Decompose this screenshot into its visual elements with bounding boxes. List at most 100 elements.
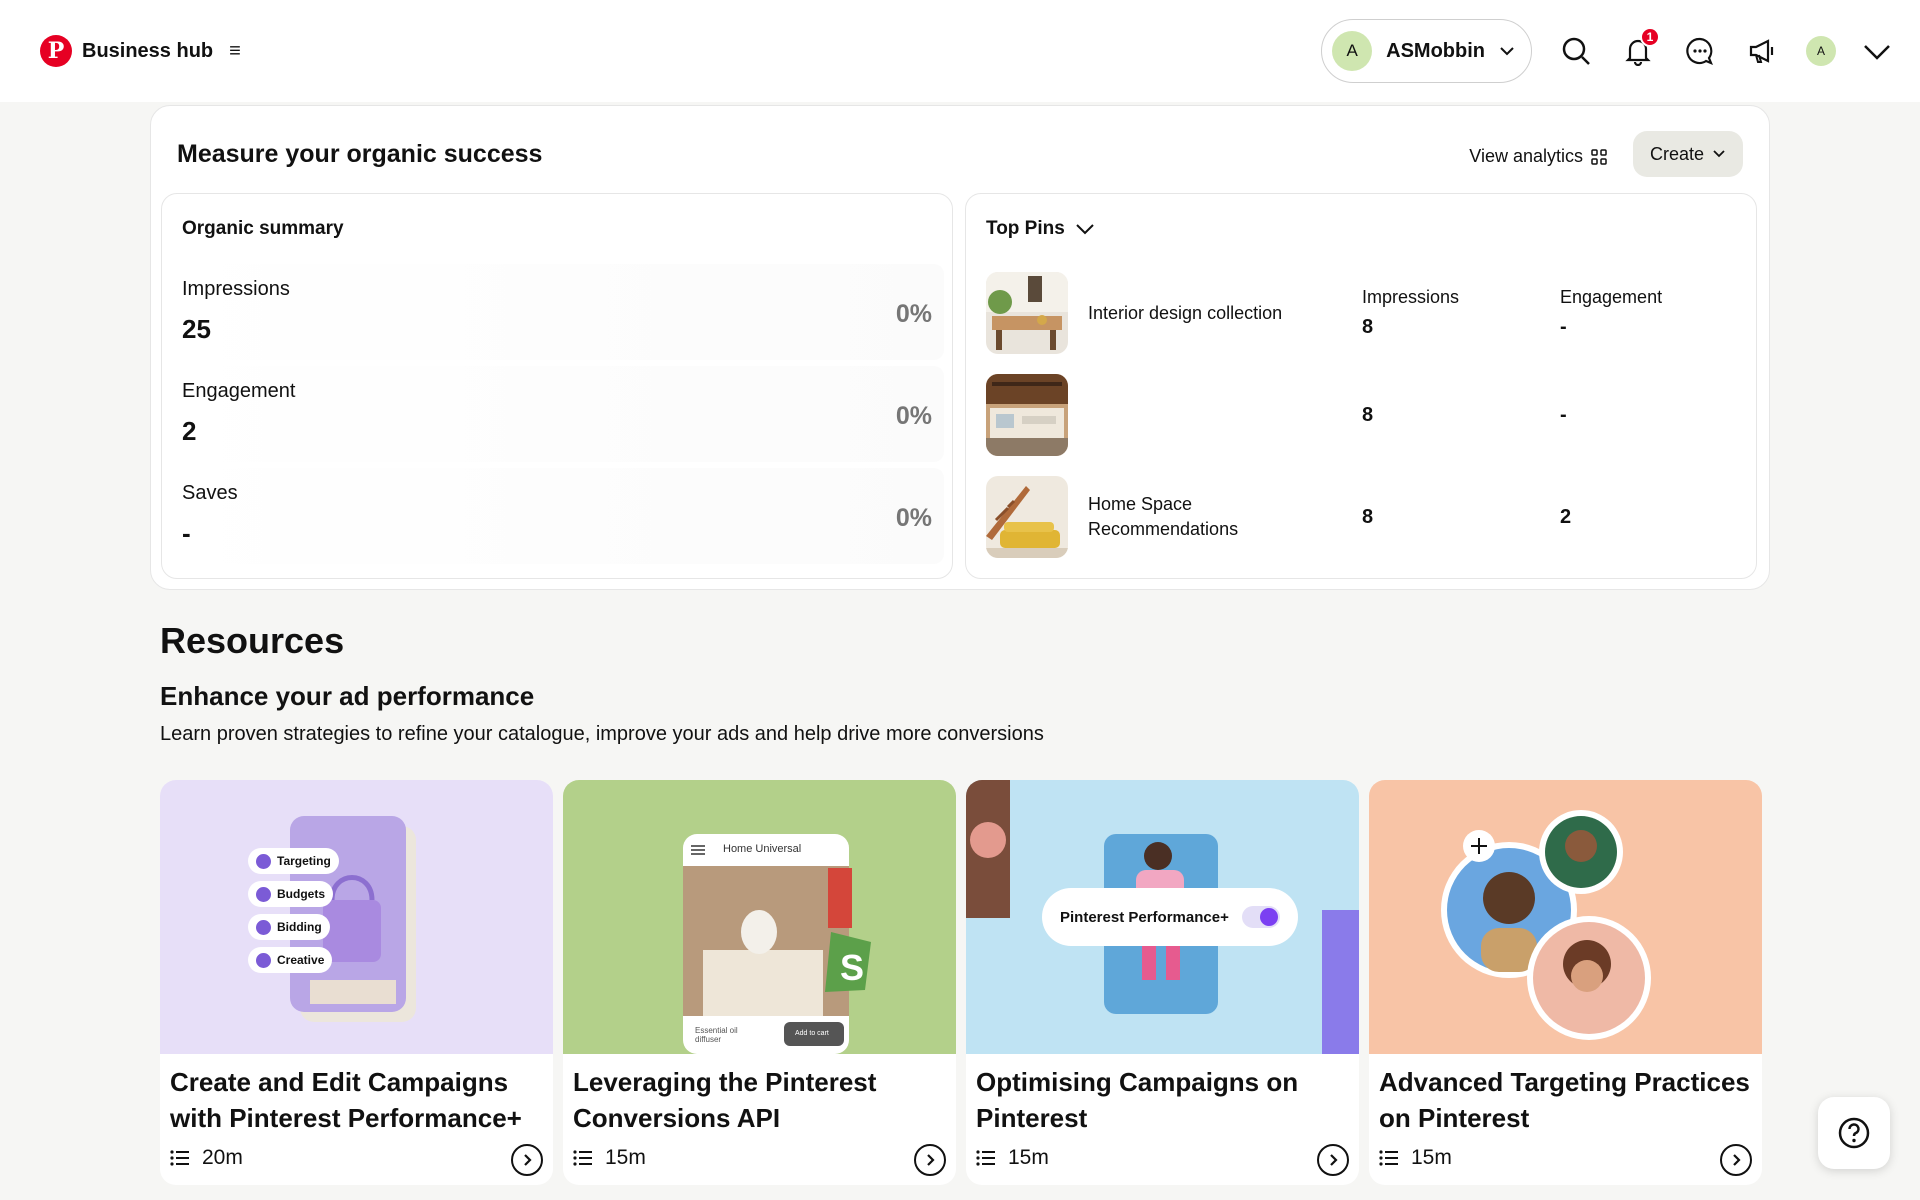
- feature-pill: Targeting: [248, 848, 339, 874]
- list-icon: [170, 1150, 189, 1166]
- hamburger-menu-icon[interactable]: ≡: [229, 40, 241, 63]
- create-label: Create: [1649, 143, 1705, 164]
- top-pin-row[interactable]: Home Space Recommendations 8 2: [986, 476, 1750, 558]
- account-name: ASMobbin: [1386, 39, 1485, 62]
- notifications-bell-icon[interactable]: 1: [1620, 27, 1660, 69]
- plus-circle-icon: [256, 886, 271, 902]
- performance-toggle-card: Pinterest Performance+: [1042, 888, 1298, 946]
- panel-title: Organic summary: [182, 218, 344, 239]
- impressions-header: Impressions: [1362, 287, 1460, 307]
- metric-impressions[interactable]: Impressions 25 0%: [170, 264, 944, 360]
- card-illustration: [1369, 780, 1762, 1054]
- pinterest-logo-icon[interactable]: P: [40, 35, 72, 67]
- engagement-header: Engagement: [1560, 287, 1663, 307]
- panel-title: Top Pins: [986, 218, 1065, 239]
- pin-thumbnail[interactable]: [986, 476, 1068, 558]
- view-analytics-label: View analytics: [1469, 146, 1583, 166]
- grid-icon: [1591, 148, 1607, 165]
- resources-title: Resources: [160, 620, 345, 661]
- top-pin-row[interactable]: 8 -: [986, 374, 1750, 456]
- plus-circle-icon: [256, 952, 271, 968]
- card-illustration: Pinterest Performance+: [966, 780, 1359, 1054]
- resource-card[interactable]: Targeting Budgets Bidding Creative Creat…: [160, 780, 553, 1185]
- section-title: Measure your organic success: [177, 140, 543, 168]
- help-button[interactable]: [1818, 1097, 1890, 1169]
- add-to-cart-label: Add to cart: [795, 1030, 829, 1037]
- metric-saves[interactable]: Saves - 0%: [170, 468, 944, 564]
- chevron-right-circle-icon[interactable]: [1317, 1144, 1349, 1176]
- toggle-switch-icon: [1242, 906, 1280, 928]
- chevron-right-circle-icon[interactable]: [914, 1144, 946, 1176]
- chevron-right-circle-icon[interactable]: [511, 1144, 543, 1176]
- resource-card[interactable]: Pinterest Performance+ Optimising Campai…: [966, 780, 1359, 1185]
- resources-description: Learn proven strategies to refine your c…: [160, 723, 1044, 745]
- card-duration: 15m: [1379, 1146, 1452, 1170]
- pin-title[interactable]: [1088, 374, 1308, 456]
- organic-success-section: Measure your organic success View analyt…: [150, 105, 1770, 590]
- engagement-value: -: [1560, 316, 1567, 338]
- list-icon: [1379, 1150, 1398, 1166]
- chevron-down-icon: [1713, 150, 1725, 158]
- list-icon: [573, 1150, 592, 1166]
- metric-value: 2: [182, 416, 197, 446]
- pin-impressions: Impressions 8: [1362, 272, 1459, 354]
- duration-label: 15m: [605, 1146, 646, 1169]
- metric-label: Saves: [182, 482, 238, 504]
- megaphone-icon[interactable]: [1744, 33, 1780, 69]
- engagement-value: -: [1560, 403, 1567, 426]
- pin-impressions: 8: [1362, 374, 1373, 456]
- chevron-right-circle-icon[interactable]: [1720, 1144, 1752, 1176]
- feature-pill: Creative: [248, 947, 333, 973]
- top-pin-row[interactable]: Interior design collection Impressions 8…: [986, 272, 1750, 354]
- duration-label: 15m: [1008, 1146, 1049, 1169]
- question-mark-icon: [1838, 1117, 1870, 1149]
- pin-thumbnail[interactable]: [986, 272, 1068, 354]
- metric-label: Impressions: [182, 278, 290, 300]
- duration-label: 20m: [202, 1146, 243, 1169]
- view-analytics-link[interactable]: View analytics: [1469, 146, 1607, 167]
- metric-engagement[interactable]: Engagement 2 0%: [170, 366, 944, 462]
- organic-summary-panel: Organic summary Impressions 25 0% Engage…: [161, 193, 953, 579]
- top-pins-dropdown[interactable]: Top Pins: [986, 218, 1095, 240]
- feature-pill: Bidding: [248, 914, 330, 940]
- metric-change: 0%: [895, 504, 932, 532]
- pin-thumbnail[interactable]: [986, 374, 1068, 456]
- resource-card[interactable]: Advanced Targeting Practices on Pinteres…: [1369, 780, 1762, 1185]
- product-caption: Essential oil diffuser: [695, 1026, 738, 1044]
- chevron-down-icon[interactable]: [1862, 36, 1892, 66]
- duration-label: 15m: [1411, 1146, 1452, 1169]
- pin-engagement: 2: [1560, 476, 1571, 558]
- plus-circle-icon: [256, 853, 271, 869]
- card-title[interactable]: Create and Edit Campaigns with Pinterest…: [170, 1064, 545, 1136]
- metric-value: -: [182, 518, 191, 548]
- pin-impressions: 8: [1362, 476, 1373, 558]
- notification-badge: 1: [1640, 27, 1660, 47]
- create-button[interactable]: Create: [1633, 131, 1743, 177]
- pin-title[interactable]: Interior design collection: [1088, 272, 1308, 354]
- pill-label: Targeting: [277, 854, 331, 868]
- chevron-down-icon: [1500, 47, 1514, 56]
- card-duration: 20m: [170, 1146, 243, 1170]
- plus-circle-icon: [256, 919, 271, 935]
- brand[interactable]: P Business hub ≡: [40, 35, 241, 67]
- card-illustration: S Home Universal Essential oil diffuser …: [563, 780, 956, 1054]
- card-title[interactable]: Leveraging the Pinterest Conversions API: [573, 1064, 948, 1136]
- messages-icon[interactable]: [1682, 33, 1718, 69]
- pill-label: Bidding: [277, 920, 322, 934]
- metric-change: 0%: [895, 300, 932, 328]
- brand-title[interactable]: Business hub: [82, 40, 213, 63]
- top-navigation-bar: P Business hub ≡ A ASMobbin 1 A: [0, 0, 1920, 102]
- chevron-down-icon: [1076, 224, 1094, 235]
- impressions-value: 8: [1362, 505, 1374, 528]
- card-title[interactable]: Optimising Campaigns on Pinterest: [976, 1064, 1351, 1136]
- resource-card[interactable]: S Home Universal Essential oil diffuser …: [563, 780, 956, 1185]
- account-switcher[interactable]: A ASMobbin: [1321, 19, 1532, 83]
- user-avatar[interactable]: A: [1806, 36, 1836, 66]
- card-title[interactable]: Advanced Targeting Practices on Pinteres…: [1379, 1064, 1754, 1136]
- svg-text:S: S: [840, 947, 864, 988]
- resources-subtitle: Enhance your ad performance: [160, 681, 535, 711]
- search-icon[interactable]: [1558, 33, 1594, 69]
- app-title: Home Universal: [723, 843, 802, 855]
- pin-title[interactable]: Home Space Recommendations: [1088, 476, 1308, 558]
- card-illustration: Targeting Budgets Bidding Creative: [160, 780, 553, 1054]
